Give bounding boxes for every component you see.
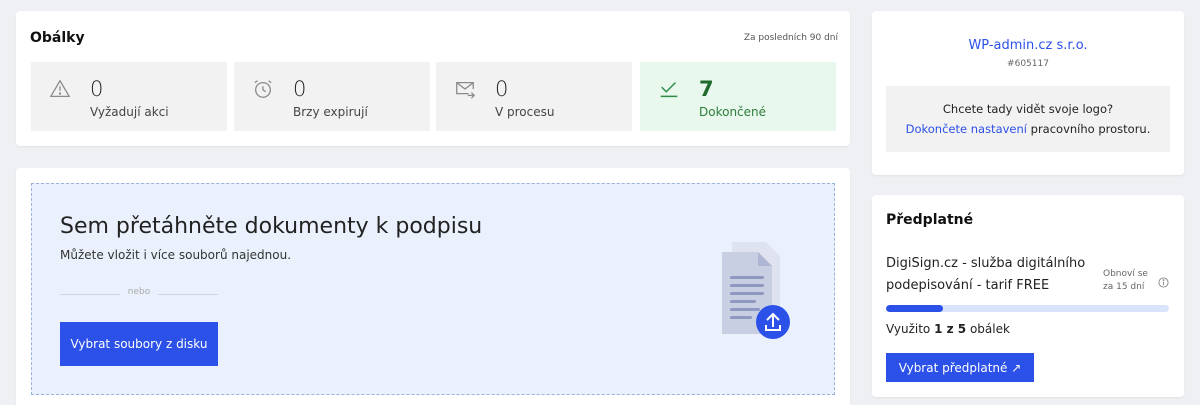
company-name-link[interactable]: WP-admin.cz s.r.o. — [872, 38, 1184, 53]
usage-text: Využito 1 z 5 obálek — [886, 322, 1010, 336]
logo-placeholder: Chcete tady vidět svoje logo? Dokončete … — [886, 86, 1170, 152]
finish-setup-link[interactable]: Dokončete nastavení — [906, 122, 1027, 136]
subscription-card: Předplatné DigiSign.cz - služba digitáln… — [872, 195, 1184, 397]
upload-card: Sem přetáhněte dokumenty k podpisu Můžet… — [16, 168, 850, 405]
stat-action-required[interactable]: 0 Vyžadují akci — [31, 62, 227, 131]
or-divider: nebo — [60, 287, 218, 301]
stat-completed[interactable]: 7 Dokončené — [640, 62, 836, 131]
usage-progress-fill — [886, 305, 943, 312]
envelopes-title: Obálky — [30, 30, 85, 46]
stat-label: Dokončené — [699, 105, 767, 119]
choose-subscription-button[interactable]: Vybrat předplatné ↗ — [886, 353, 1034, 382]
envelope-send-icon — [456, 81, 476, 99]
stat-in-process[interactable]: 0 V procesu — [436, 62, 632, 131]
logo-hint-rest: pracovního prostoru. — [1026, 122, 1151, 136]
plan-name: DigiSign.cz - služba digitálního podepis… — [886, 256, 1086, 293]
warning-icon — [49, 79, 71, 97]
logo-hint: Dokončete nastavení pracovního prostoru. — [886, 122, 1170, 136]
subscription-title: Předplatné — [886, 212, 974, 228]
drop-zone[interactable]: Sem přetáhněte dokumenty k podpisu Můžet… — [31, 183, 835, 395]
stat-label: V procesu — [495, 105, 555, 119]
stat-expiring-soon[interactable]: 0 Brzy expirují — [234, 62, 430, 131]
renewal-line-2: za 15 dní — [1103, 282, 1145, 292]
envelopes-period: Za posledních 90 dní — [743, 33, 838, 43]
company-id: #605117 — [1007, 59, 1049, 69]
alarm-clock-icon — [254, 80, 272, 98]
info-icon[interactable] — [1158, 277, 1169, 288]
logo-question: Chcete tady vidět svoje logo? — [942, 102, 1114, 116]
stat-count: 0 — [293, 77, 307, 101]
check-icon — [660, 82, 678, 98]
drop-zone-title: Sem přetáhněte dokumenty k podpisu — [60, 214, 483, 239]
usage-progress-bar — [886, 305, 1169, 312]
document-upload-icon — [722, 242, 790, 339]
stat-label: Vyžadují akci — [90, 105, 169, 119]
renewal-line-1: Obnoví se — [1103, 269, 1148, 279]
stat-label: Brzy expirují — [293, 105, 368, 119]
renewal-info: Obnoví se za 15 dní — [1103, 268, 1148, 294]
company-card: WP-admin.cz s.r.o. #605117 Chcete tady v… — [872, 11, 1184, 175]
or-text: nebo — [127, 287, 151, 297]
stat-count: 0 — [495, 77, 509, 101]
stat-count: 7 — [699, 77, 714, 101]
drop-zone-subtitle: Můžete vložit i více souborů najednou. — [60, 248, 292, 262]
envelopes-card: Obálky Za posledních 90 dní 0 Vyžadují a… — [16, 11, 850, 146]
usage-value: 1 z 5 — [934, 322, 967, 336]
choose-files-button[interactable]: Vybrat soubory z disku — [60, 322, 218, 366]
stat-count: 0 — [90, 77, 104, 101]
